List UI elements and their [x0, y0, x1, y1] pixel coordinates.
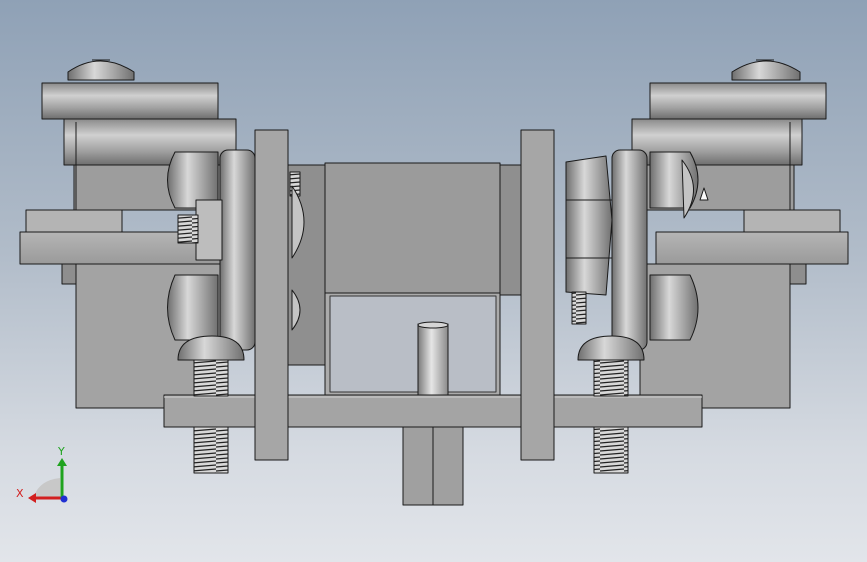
center-pin	[417, 321, 449, 397]
base-plate	[163, 394, 703, 428]
central-block	[324, 162, 501, 396]
bottom-stem	[402, 426, 464, 506]
triad-z-axis	[60, 495, 68, 503]
right-top-screw-head	[731, 59, 801, 81]
cad-graphics-viewport[interactable]: X Y	[0, 0, 867, 562]
left-top-screw-head	[67, 59, 135, 81]
right-hex-nut	[565, 155, 613, 325]
triad-x-arrowhead	[28, 493, 36, 503]
triad-y-arrowhead	[57, 458, 67, 466]
assembly-drawing[interactable]: X Y	[0, 0, 867, 562]
right-bolt-lower	[649, 274, 699, 341]
right-motor-housing	[631, 82, 849, 409]
triad-y-label: Y	[57, 445, 65, 458]
coordinate-triad-icon: X Y	[16, 445, 68, 503]
triad-x-label: X	[16, 487, 24, 500]
